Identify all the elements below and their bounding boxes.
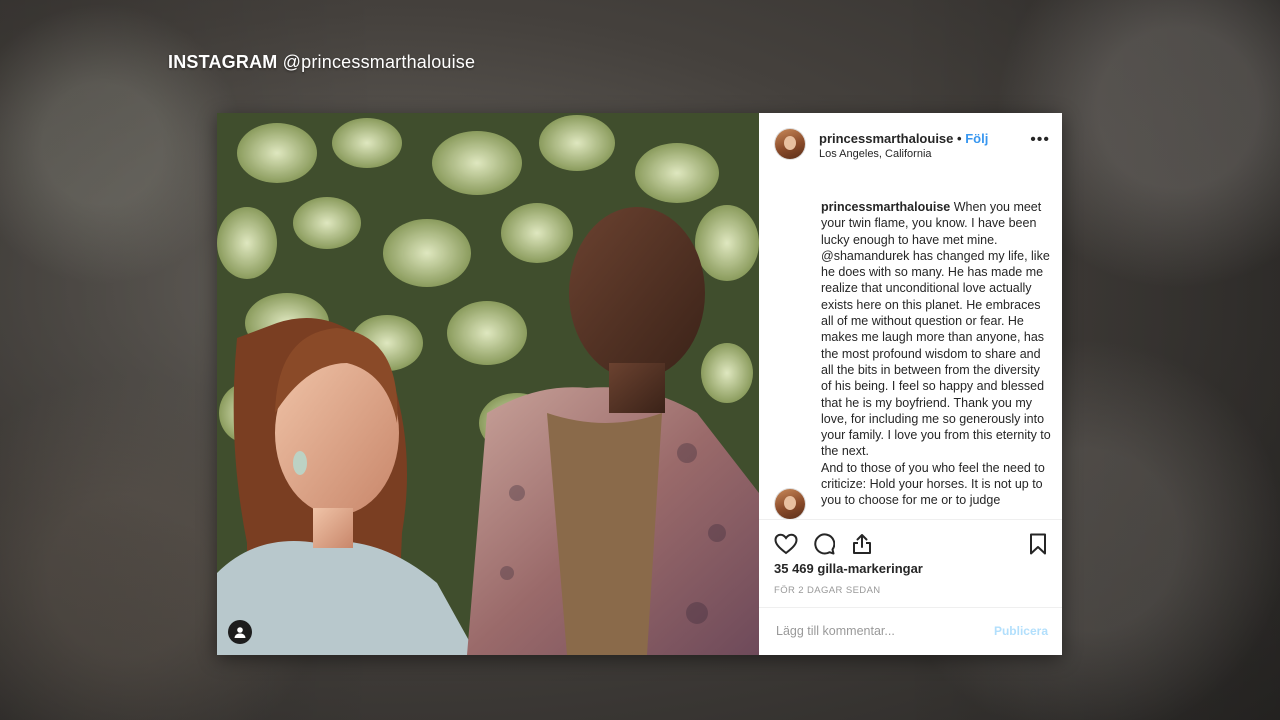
post-timestamp: FÖR 2 DAGAR SEDAN <box>774 585 881 596</box>
instagram-post: princessmarthalouise • Följ Los Angeles,… <box>217 113 1062 655</box>
user-tag-button[interactable] <box>228 620 252 644</box>
publish-button[interactable]: Publicera <box>994 624 1048 638</box>
source-label: INSTAGRAM <box>168 52 278 72</box>
share-icon <box>853 534 871 554</box>
comment-button[interactable] <box>811 531 837 557</box>
caption-username[interactable]: princessmarthalouise <box>821 200 950 214</box>
divider <box>759 607 1062 608</box>
user-tag-icon <box>234 627 246 638</box>
more-options-icon[interactable]: ••• <box>1030 132 1050 148</box>
photo-illustration <box>217 113 759 655</box>
post-header: princessmarthalouise • Följ Los Angeles,… <box>759 113 1062 171</box>
divider <box>759 519 1062 520</box>
location-link[interactable]: Los Angeles, California <box>819 148 932 160</box>
likes-count[interactable]: 35 469 gilla-markeringar <box>774 561 923 576</box>
username-link[interactable]: princessmarthalouise <box>819 131 953 146</box>
separator-dot: • <box>957 131 962 146</box>
post-username-line: princessmarthalouise • Följ <box>819 131 988 146</box>
comment-input[interactable] <box>774 623 988 639</box>
comment-icon <box>814 533 835 555</box>
heart-icon <box>774 533 798 555</box>
save-button[interactable] <box>1026 531 1050 557</box>
caption-text: When you meet your twin flame, you know.… <box>821 200 1051 459</box>
caption-area: princessmarthalouise When you meet your … <box>821 199 1051 517</box>
caption-text-2: And to those of you who feel the need to… <box>821 460 1045 508</box>
bookmark-icon <box>1030 533 1046 555</box>
post-sidebar: princessmarthalouise • Följ Los Angeles,… <box>759 113 1062 655</box>
source-caption: INSTAGRAM @princessmarthalouise <box>168 52 475 73</box>
caption-avatar[interactable] <box>775 489 805 519</box>
like-button[interactable] <box>773 531 799 557</box>
action-bar <box>773 531 875 557</box>
avatar[interactable] <box>775 129 805 159</box>
follow-button[interactable]: Följ <box>965 131 988 146</box>
post-photo[interactable] <box>217 113 759 655</box>
share-button[interactable] <box>849 531 875 557</box>
source-handle: @princessmarthalouise <box>282 52 476 72</box>
